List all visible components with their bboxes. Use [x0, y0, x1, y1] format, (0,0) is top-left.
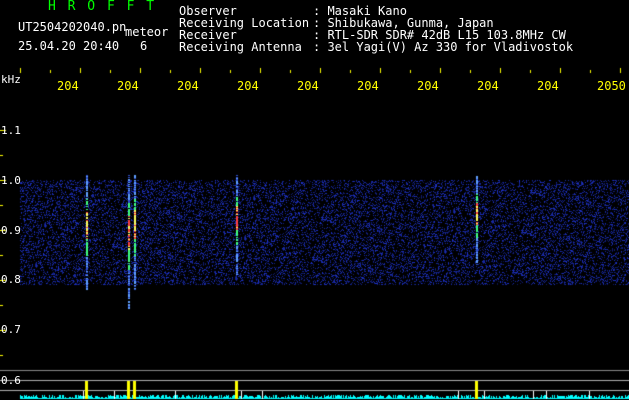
- y-tick-label: 0.8: [1, 273, 21, 286]
- y-tick-label: 1.1: [1, 124, 21, 137]
- x-tick-label: 204: [237, 80, 259, 92]
- y-tick-label: 0.7: [1, 323, 21, 336]
- x-tick-label: 204: [57, 80, 79, 92]
- antenna-value: : 3el Yagi(V) Az 330 for Vladivostok: [313, 40, 574, 54]
- x-tick-label: 2050: [597, 80, 626, 92]
- x-tick-label: 204: [177, 80, 199, 92]
- y-tick-label: 0.9: [1, 224, 21, 237]
- date-time: 25.04.20 20:40: [18, 39, 120, 53]
- meteor-count: 6: [140, 39, 148, 53]
- x-tick-label: 204: [117, 80, 139, 92]
- y-tick-label: 0.6: [1, 374, 21, 387]
- file-name: UT2504202040.pn: [18, 20, 127, 34]
- x-tick-label: 204: [417, 80, 439, 92]
- x-tick-label: 204: [357, 80, 379, 92]
- x-tick-label: 204: [477, 80, 499, 92]
- spectrogram-canvas: [0, 0, 629, 400]
- meteor-label: meteor: [125, 25, 169, 39]
- x-tick-label: 204: [537, 80, 559, 92]
- hrofft-logo: H R O F F T: [48, 0, 157, 14]
- antenna-label: Receiving Antenna: [179, 40, 302, 54]
- y-axis-unit: kHz: [1, 73, 21, 86]
- y-tick-label: 1.0: [1, 174, 21, 187]
- x-tick-label: 204: [297, 80, 319, 92]
